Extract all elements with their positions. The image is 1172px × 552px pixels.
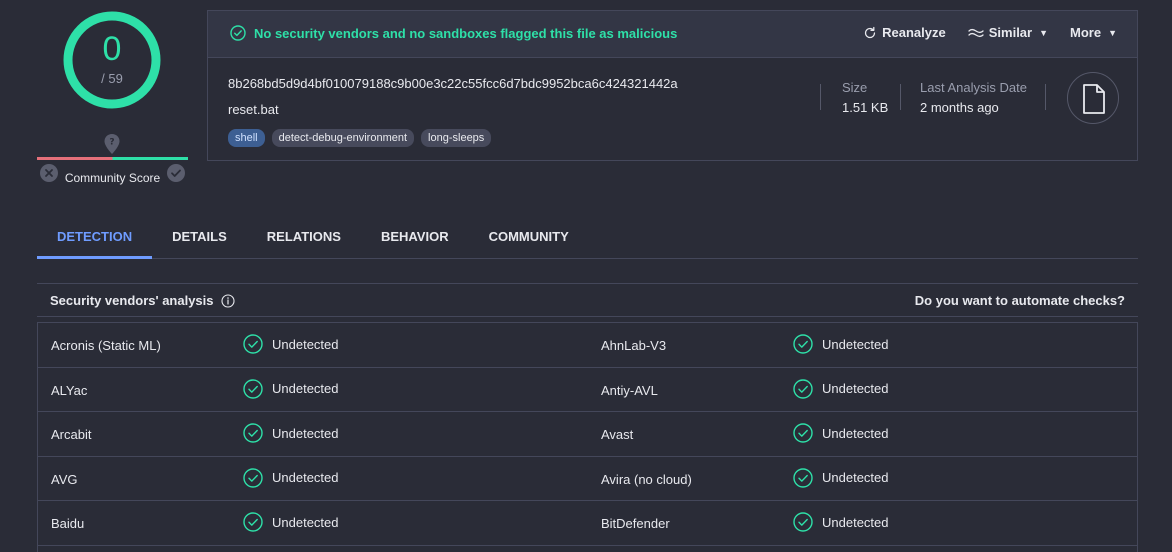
vendor-result: Undetected (793, 468, 889, 488)
vendor-name: ALYac (51, 382, 88, 398)
table-row: Acronis (Static ML) Undetected AhnLab-V3… (38, 323, 1137, 368)
vendor-result: Undetected (793, 378, 889, 399)
vendor-result: Undetected (243, 423, 339, 443)
check-circle-icon (243, 423, 263, 443)
divider (820, 84, 821, 110)
tab-behavior[interactable]: BEHAVIOR (361, 216, 469, 259)
vendor-name: Baidu (51, 516, 85, 532)
vendor-name: Avira (no cloud) (601, 471, 692, 487)
community-score-label: Community Score (64, 171, 161, 185)
similar-icon (968, 28, 984, 37)
tab-community[interactable]: COMMUNITY (469, 216, 589, 259)
info-icon[interactable] (220, 293, 235, 308)
verdict: No security vendors and no sandboxes fla… (230, 25, 677, 41)
vendor-result: Undetected (243, 512, 339, 533)
analysis-header: Security vendors' analysis Do you want t… (37, 283, 1138, 317)
caret-down-icon: ▼ (1108, 27, 1117, 38)
tab-relations[interactable]: RELATIONS (247, 216, 361, 259)
file-hash[interactable]: 8b268bd5d9d4bf010079188c9b00e3c22c55fcc6… (228, 76, 678, 91)
tag-list: shell detect-debug-environment long-slee… (228, 129, 492, 147)
map-pin-icon: ? (104, 134, 120, 154)
vendor-name: Arcabit (51, 427, 92, 443)
divider (900, 84, 901, 110)
check-circle-icon (243, 468, 263, 488)
size-label: Size (842, 80, 868, 95)
vendor-name: BitDefender (601, 516, 670, 532)
check-circle-icon (243, 334, 263, 354)
vendor-table: Acronis (Static ML) Undetected AhnLab-V3… (37, 322, 1138, 552)
result-text: Undetected (822, 381, 889, 397)
vendor-name: AVG (51, 471, 78, 487)
score-total: / 59 (101, 71, 123, 86)
page: 0 / 59 ? Community Score No security ven… (0, 0, 1172, 552)
vendor-result: Undetected (243, 378, 339, 399)
refresh-icon (865, 26, 876, 38)
vendor-result: Undetected (243, 334, 339, 354)
vendor-result: Undetected (793, 423, 889, 443)
divider (1045, 84, 1046, 110)
tab-details[interactable]: DETAILS (152, 216, 247, 259)
check-circle-icon (793, 378, 813, 399)
check-circle-icon (243, 378, 263, 399)
tag[interactable]: long-sleeps (421, 129, 492, 147)
table-row: Baidu Undetected BitDefender Undetected (38, 501, 1137, 546)
verdict-bar: No security vendors and no sandboxes fla… (208, 11, 1137, 58)
file-type-badge (1067, 72, 1119, 124)
date-value: 2 months ago (920, 100, 999, 115)
score-detected: 0 (102, 30, 122, 68)
analysis-title-text: Security vendors' analysis (50, 293, 214, 308)
result-text: Undetected (272, 514, 339, 530)
tag[interactable]: detect-debug-environment (271, 129, 415, 147)
reanalyze-label: Reanalyze (882, 25, 946, 40)
file-icon (1083, 84, 1105, 114)
community-score-bar (37, 157, 188, 160)
detection-score: 0 / 59 (60, 8, 164, 112)
tab-detection[interactable]: DETECTION (37, 216, 153, 259)
file-name: reset.bat (228, 102, 279, 117)
more-dropdown[interactable]: More ▼ (1070, 25, 1117, 40)
vendor-name: AhnLab-V3 (601, 338, 667, 353)
result-text: Undetected (272, 381, 339, 397)
caret-down-icon: ▼ (1039, 27, 1049, 38)
vendor-result: Undetected (793, 334, 889, 354)
result-text: Undetected (272, 425, 339, 441)
tag[interactable]: shell (228, 129, 265, 147)
tab-bar: DETECTION DETAILS RELATIONS BEHAVIOR COM… (37, 216, 1138, 259)
reanalyze-button[interactable]: Reanalyze (863, 25, 946, 40)
file-summary-card: No security vendors and no sandboxes fla… (207, 10, 1138, 161)
check-circle-icon (793, 423, 813, 443)
similar-dropdown[interactable]: Similar ▼ (968, 25, 1048, 40)
vendor-result: Undetected (243, 468, 339, 488)
table-row: AVG Undetected Avira (no cloud) Undetect… (38, 457, 1137, 502)
result-text: Undetected (272, 470, 339, 486)
vendor-name: Antiy-AVL (601, 382, 658, 398)
check-circle-icon (793, 468, 813, 488)
check-circle-icon (793, 334, 813, 354)
file-actions: Reanalyze Similar ▼ More ▼ (863, 25, 1117, 40)
result-text: Undetected (822, 470, 889, 486)
vendor-result: Undetected (793, 512, 889, 533)
last-analysis-date: Last Analysis Date 2 months ago (920, 80, 1027, 115)
verdict-text: No security vendors and no sandboxes fla… (254, 25, 678, 41)
vendor-name: Avast (601, 427, 634, 443)
similar-label: Similar (988, 25, 1033, 40)
community-score: ? Community Score (37, 130, 188, 186)
check-circle-icon (230, 25, 246, 41)
automate-checks-link[interactable]: Do you want to automate checks? (915, 293, 1125, 308)
result-text: Undetected (272, 336, 339, 352)
table-row: Arcabit Undetected Avast Undetected (38, 412, 1137, 457)
more-label: More (1070, 25, 1102, 40)
vendor-name: Acronis (Static ML) (51, 338, 161, 353)
file-size: Size 1.51 KB (842, 80, 888, 115)
result-text: Undetected (822, 514, 889, 530)
size-value: 1.51 KB (842, 100, 889, 115)
analysis-title: Security vendors' analysis (50, 293, 235, 308)
svg-text:?: ? (109, 138, 114, 148)
check-circle-icon (243, 512, 263, 533)
result-text: Undetected (822, 425, 889, 441)
date-label: Last Analysis Date (920, 80, 1027, 95)
result-text: Undetected (822, 336, 889, 352)
check-circle-icon (793, 512, 813, 533)
table-row: ALYac Undetected Antiy-AVL Undetected (38, 368, 1137, 413)
